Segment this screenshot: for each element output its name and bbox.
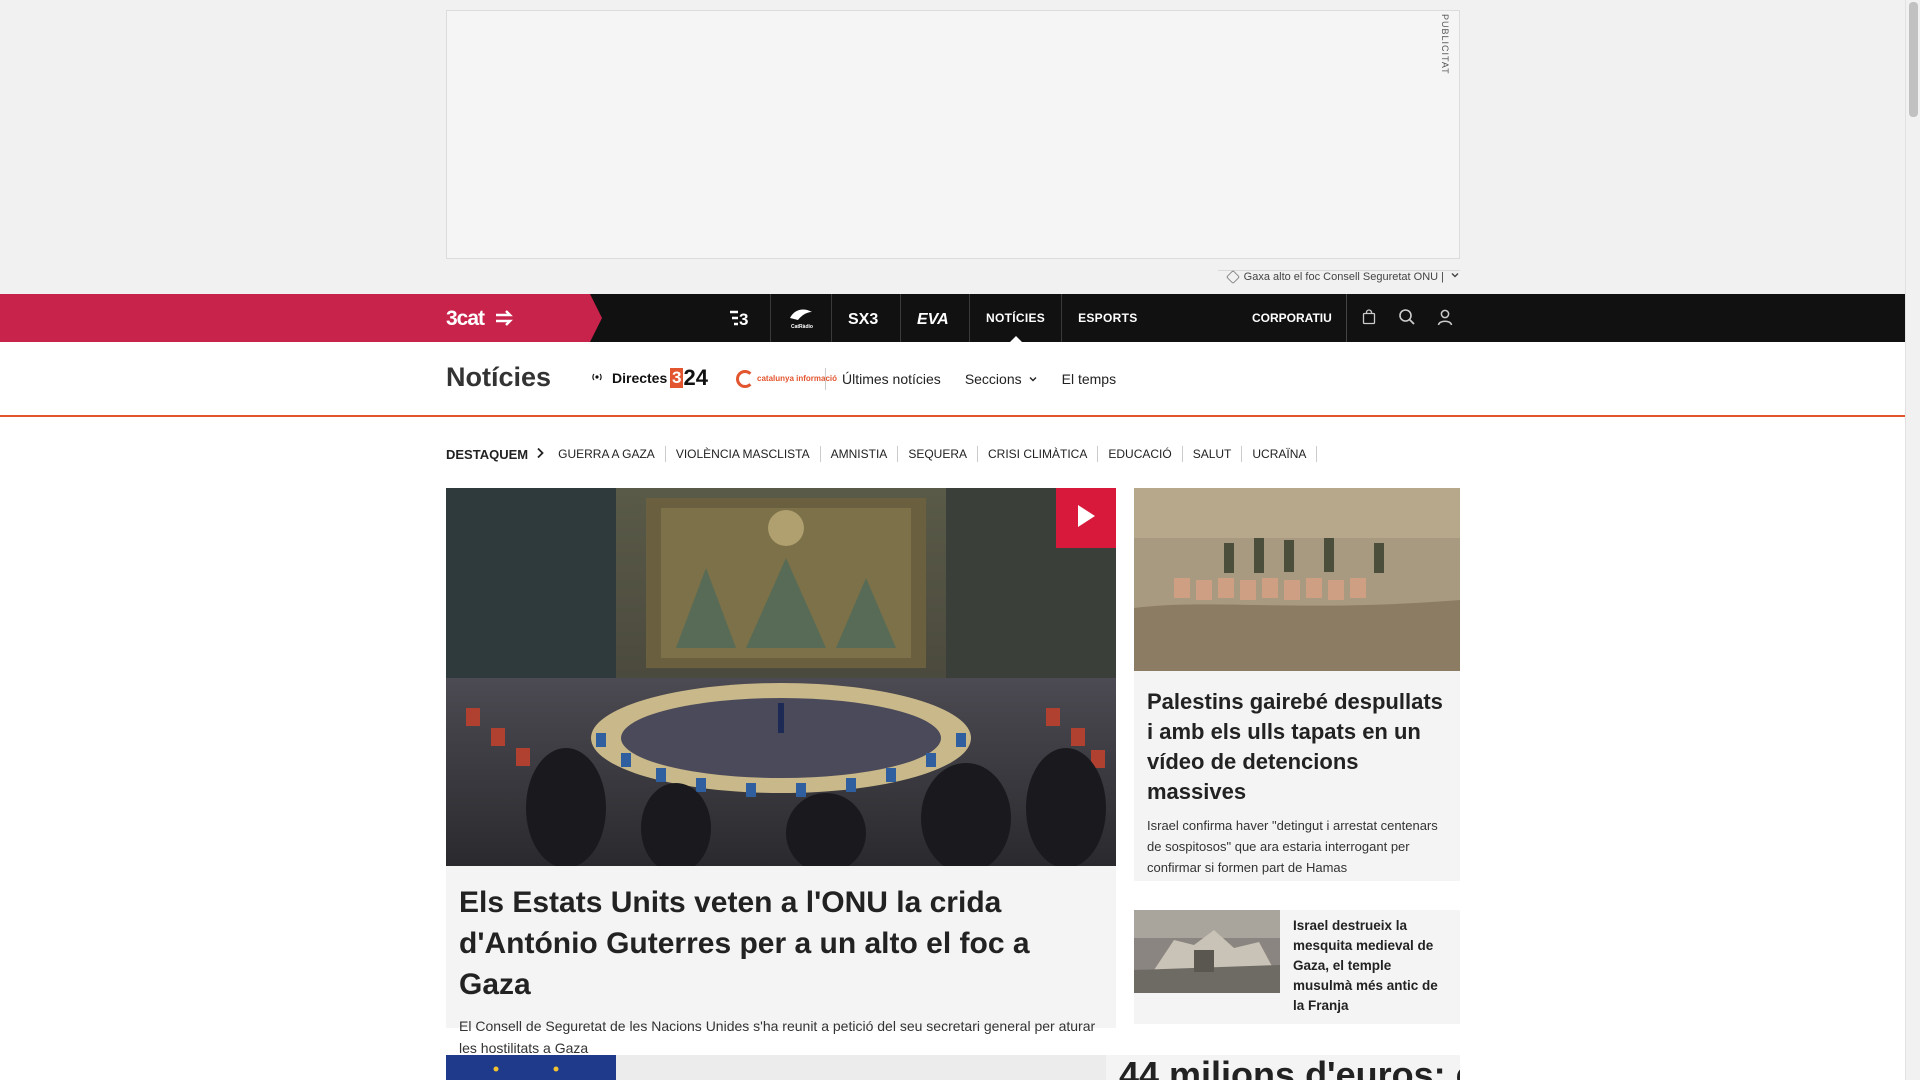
small-story-image[interactable] [1134,910,1280,993]
3cat-logo[interactable]: 3cat [446,306,516,336]
side-story-summary: Israel confirma haver "detingut i arrest… [1147,818,1438,875]
324-logo[interactable]: 3 24 [670,365,708,390]
ad-banner[interactable] [446,10,1460,259]
channel-eva[interactable]: EVA [901,294,970,342]
ad-label: PUBLICITAT [1440,14,1450,75]
svg-text:SX3: SX3 [848,311,878,328]
main-story-card[interactable]: Els Estats Units veten a l'ONU la crida … [446,866,1116,1056]
nav-divider [825,368,826,390]
page-title[interactable]: Notícies [446,362,551,393]
main-story-title[interactable]: Els Estats Units veten a l'ONU la crida … [459,882,1103,1005]
search-icon[interactable] [1396,306,1418,328]
ad-tagline-text: Gaxa alto el foc Consell Seguretat ONU | [1243,270,1444,283]
channel-esports[interactable]: ESPORTS [1062,294,1153,342]
side-story-title[interactable]: Palestins gairebé despullats i amb els u… [1147,687,1447,807]
el-temps-link[interactable]: El temps [1062,371,1116,387]
top-icons [1358,306,1456,328]
destaquem-strip: DESTAQUEM GUERRA A GAZA VIOLÈNCIA MASCLI… [446,446,1318,462]
scrollbar[interactable] [1905,0,1920,1080]
main-story-image[interactable] [446,488,1116,866]
channel-nav: 3 CatRàdio SX3 EVA NOTÍCIES ESPORTS [712,294,1154,342]
tag-amnistia[interactable]: AMNISTIA [821,446,899,462]
ad-tagline[interactable]: Gaxa alto el foc Consell Seguretat ONU | [1225,269,1460,284]
svg-text:3: 3 [739,310,748,328]
channel-sx3[interactable]: SX3 [832,294,901,342]
tag-ucraina[interactable]: UCRAÏNA [1242,446,1318,462]
svg-text:CatRàdio: CatRàdio [791,324,813,330]
scrollbar-thumb[interactable] [1909,2,1918,117]
section-header: Notícies Directes 3 24 catalunya informa… [0,342,1905,417]
channel-catradio[interactable]: CatRàdio [771,294,832,342]
side-story-image[interactable] [1134,488,1460,671]
tag-sequera[interactable]: SEQUERA [898,446,978,462]
tag-salut[interactable]: SALUT [1183,446,1243,462]
destaquem-text: DESTAQUEM [446,446,529,462]
324-logo-text: 24 [683,365,708,390]
channel-3[interactable]: 3 [712,294,771,342]
bottom-story-card[interactable]: 44 milions d'euros: el [1106,1055,1460,1080]
chevron-right-icon [536,447,544,462]
shopping-bag-icon[interactable] [1358,306,1380,328]
directes-link[interactable]: Directes [590,370,667,386]
main-story-summary: El Consell de Seguretat de les Nacions U… [459,1018,1096,1056]
tag-icon [1225,269,1240,284]
user-icon[interactable] [1434,306,1456,328]
destaquem-label[interactable]: DESTAQUEM [446,447,544,462]
top-navigation-bar: 3cat 3 CatRàdio SX3 EVA NOTÍCIES ESPORTS… [0,294,1905,342]
324-logo-mark: 3 [670,368,684,388]
seccions-label: Seccions [964,371,1022,387]
tag-violencia-masclista[interactable]: VIOLÈNCIA MASCLISTA [666,446,821,462]
svg-text:3cat: 3cat [446,307,485,330]
small-story-title[interactable]: Israel destrueix la mesquita medieval de… [1293,916,1443,1016]
corporatiu-link[interactable]: CORPORATIU [1252,294,1347,342]
section-nav: Últimes notícies Seccions El temps [842,371,1116,387]
seccions-dropdown[interactable]: Seccions [965,371,1038,387]
tag-guerra-a-gaza[interactable]: GUERRA A GAZA [558,446,666,462]
svg-text:EVA: EVA [917,311,949,328]
catalunya-informacio-logo[interactable]: catalunya informació [736,370,837,388]
bottom-story-title[interactable]: 44 milions d'euros: el [1119,1055,1460,1080]
bottom-story-image[interactable] [446,1055,1106,1080]
channel-noticies[interactable]: NOTÍCIES [970,294,1063,342]
chevron-down-icon [1028,374,1038,384]
tag-crisi-climatica[interactable]: CRISI CLIMÀTICA [978,446,1099,462]
small-story-card[interactable]: Israel destrueix la mesquita medieval de… [1134,910,1460,1024]
side-story-card[interactable]: Palestins gairebé despullats i amb els u… [1134,671,1460,881]
live-broadcast-icon [590,370,604,386]
tag-educacio[interactable]: EDUCACIÓ [1098,446,1183,462]
play-icon [1075,503,1097,534]
play-video-button[interactable] [1056,488,1116,548]
chevron-down-icon [1450,270,1460,283]
catalunya-informacio-mark [736,370,754,388]
ultimes-noticies-link[interactable]: Últimes notícies [842,371,941,387]
directes-label: Directes [612,370,668,386]
